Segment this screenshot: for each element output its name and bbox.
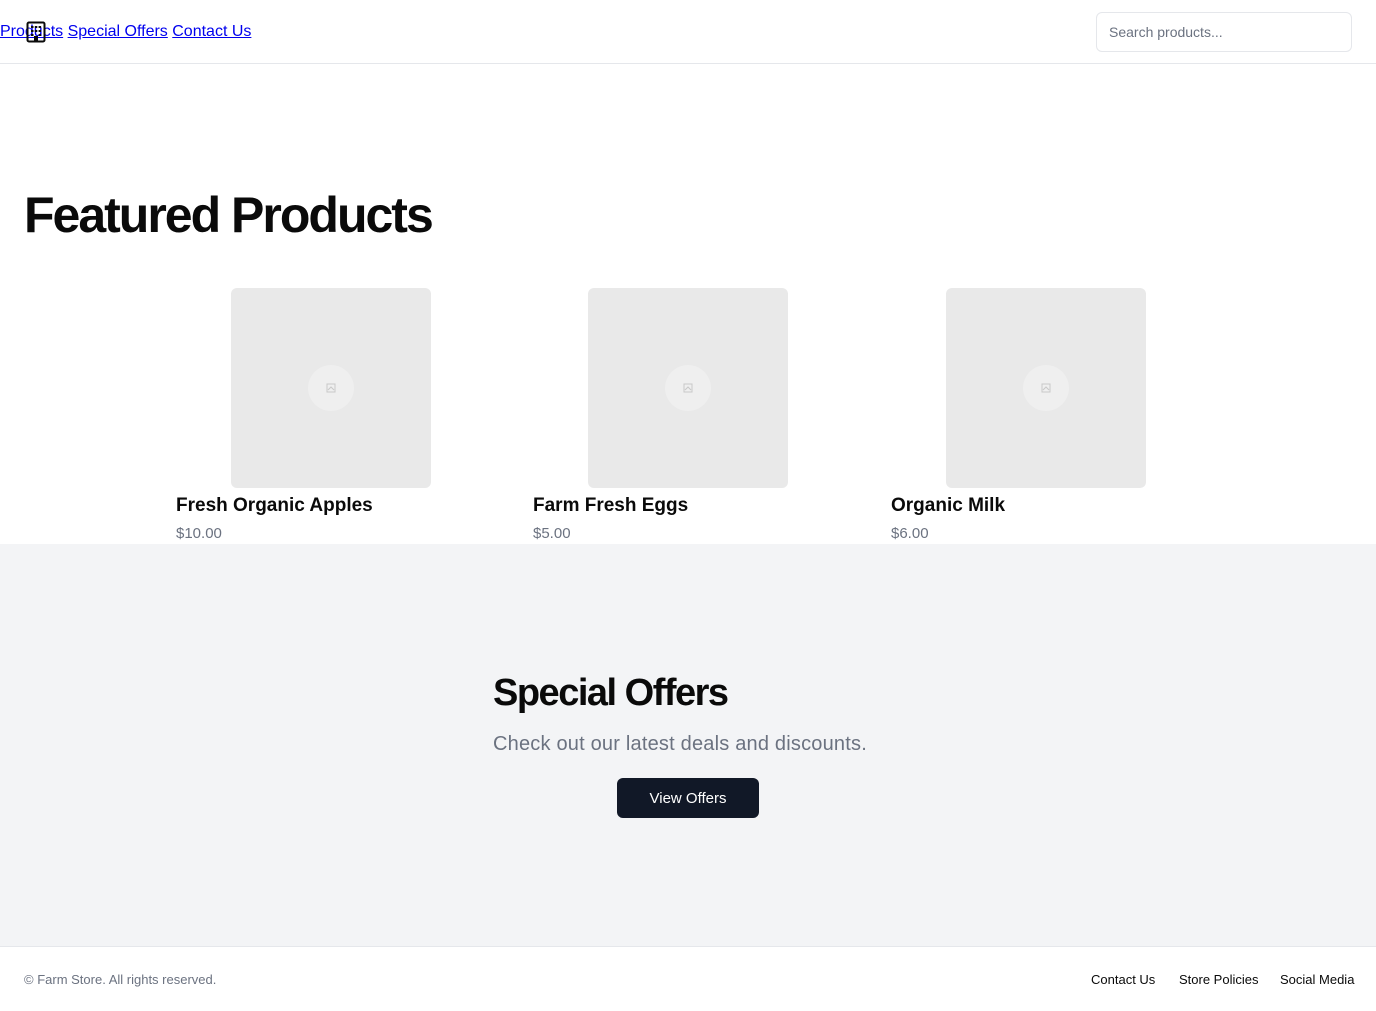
product-price: $5.00 bbox=[533, 525, 571, 542]
site-header: Products Special Offers Contact Us bbox=[0, 0, 1376, 64]
view-offers-button[interactable]: View Offers bbox=[617, 778, 759, 818]
image-placeholder-icon bbox=[308, 365, 354, 411]
special-offers-subtitle: Check out our latest deals and discounts… bbox=[493, 733, 867, 755]
footer-social-media-link[interactable]: Social Media bbox=[1280, 972, 1354, 987]
footer-store-policies-link[interactable]: Store Policies bbox=[1179, 972, 1258, 987]
copyright-text: © Farm Store. All rights reserved. bbox=[24, 972, 217, 987]
search-input[interactable] bbox=[1096, 12, 1352, 52]
featured-products-title: Featured Products bbox=[24, 187, 434, 243]
product-name[interactable]: Organic Milk bbox=[891, 495, 1005, 517]
special-offers-section: Special Offers Check out our latest deal… bbox=[0, 544, 1376, 946]
product-image[interactable] bbox=[588, 288, 788, 488]
image-placeholder-icon bbox=[1023, 365, 1069, 411]
site-footer: © Farm Store. All rights reserved. Conta… bbox=[0, 946, 1376, 1011]
nav-contact-us-link[interactable]: Contact Us bbox=[172, 23, 251, 40]
product-name[interactable]: Fresh Organic Apples bbox=[176, 495, 373, 517]
product-name[interactable]: Farm Fresh Eggs bbox=[533, 495, 688, 517]
building-icon[interactable] bbox=[26, 21, 46, 43]
footer-contact-us-link[interactable]: Contact Us bbox=[1091, 972, 1155, 987]
product-price: $6.00 bbox=[891, 525, 929, 542]
nav-special-offers-link[interactable]: Special Offers bbox=[68, 23, 168, 40]
special-offers-title: Special Offers bbox=[493, 672, 729, 714]
image-placeholder-icon bbox=[665, 365, 711, 411]
product-image[interactable] bbox=[946, 288, 1146, 488]
product-image[interactable] bbox=[231, 288, 431, 488]
product-price: $10.00 bbox=[176, 525, 222, 542]
